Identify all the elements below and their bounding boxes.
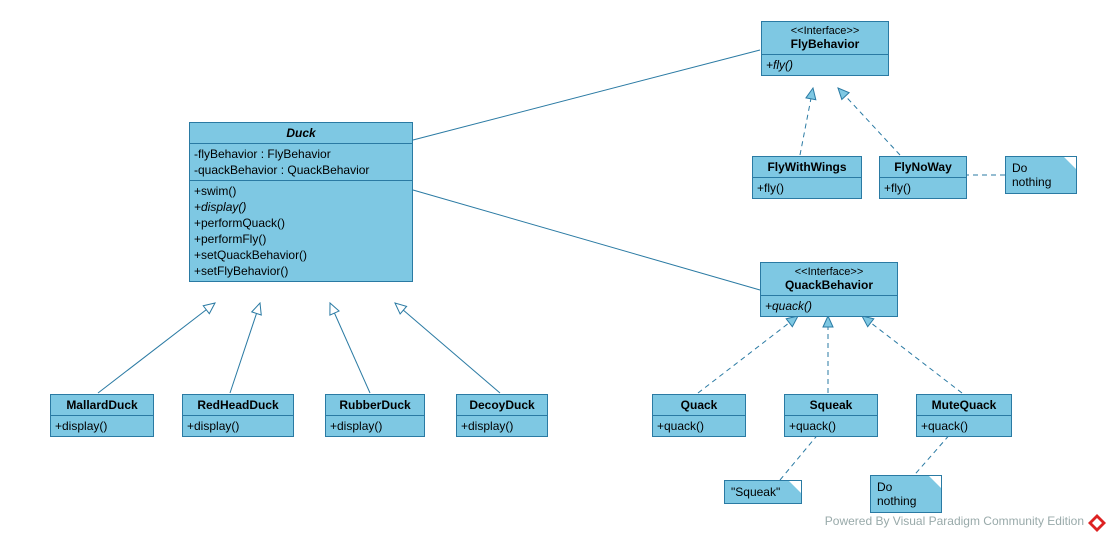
duck-op: +setQuackBehavior()	[194, 247, 408, 263]
mute-quack-class[interactable]: MuteQuack +quack()	[916, 394, 1012, 437]
fly-behavior-head: <<Interface>> FlyBehavior	[762, 22, 888, 55]
do-nothing-quack-note[interactable]: Do nothing	[870, 475, 942, 513]
squeak-class[interactable]: Squeak +quack()	[784, 394, 878, 437]
redhead-duck-class[interactable]: RedHeadDuck +display()	[182, 394, 294, 437]
fly-with-wings-class[interactable]: FlyWithWings +fly()	[752, 156, 862, 199]
mallard-title: MallardDuck	[51, 395, 153, 416]
do-nothing-fly-note[interactable]: Do nothing	[1005, 156, 1077, 194]
note-text: Do nothing	[877, 480, 916, 508]
quack-op: +quack()	[657, 418, 741, 434]
duck-title: Duck	[190, 123, 412, 144]
fly-behavior-title: FlyBehavior	[791, 37, 860, 51]
duck-op: +performFly()	[194, 231, 408, 247]
note-text: "Squeak"	[731, 485, 780, 499]
redhead-op: +display()	[187, 418, 289, 434]
decoy-duck-class[interactable]: DecoyDuck +display()	[456, 394, 548, 437]
duck-attr: -quackBehavior : QuackBehavior	[194, 162, 408, 178]
mute-quack-title: MuteQuack	[917, 395, 1011, 416]
rubber-duck-class[interactable]: RubberDuck +display()	[325, 394, 425, 437]
decoy-op: +display()	[461, 418, 543, 434]
rubber-op: +display()	[330, 418, 420, 434]
watermark: Powered By Visual Paradigm Community Edi…	[825, 514, 1084, 528]
fly-with-wings-op: +fly()	[757, 180, 857, 196]
fly-with-wings-title: FlyWithWings	[753, 157, 861, 178]
duck-op: +display()	[194, 199, 408, 215]
duck-op: +setFlyBehavior()	[194, 263, 408, 279]
visual-paradigm-logo-icon	[1088, 514, 1106, 532]
fly-no-way-op: +fly()	[884, 180, 962, 196]
fly-behavior-stereo: <<Interface>>	[766, 25, 884, 37]
quack-class[interactable]: Quack +quack()	[652, 394, 746, 437]
fly-behavior-interface[interactable]: <<Interface>> FlyBehavior +fly()	[761, 21, 889, 76]
duck-class[interactable]: Duck -flyBehavior : FlyBehavior -quackBe…	[189, 122, 413, 282]
squeak-title: Squeak	[785, 395, 877, 416]
mallard-duck-class[interactable]: MallardDuck +display()	[50, 394, 154, 437]
note-text: Do nothing	[1012, 161, 1051, 189]
decoy-title: DecoyDuck	[457, 395, 547, 416]
note-fold-icon	[1064, 157, 1076, 169]
note-fold-icon	[929, 476, 941, 488]
quack-behavior-head: <<Interface>> QuackBehavior	[761, 263, 897, 296]
quack-behavior-title: QuackBehavior	[785, 278, 873, 292]
fly-no-way-class[interactable]: FlyNoWay +fly()	[879, 156, 967, 199]
mute-quack-op: +quack()	[921, 418, 1007, 434]
connectors	[0, 0, 1112, 536]
fly-behavior-op: +fly()	[766, 57, 884, 73]
rubber-title: RubberDuck	[326, 395, 424, 416]
quack-behavior-op: +quack()	[765, 298, 893, 314]
duck-ops: +swim() +display() +performQuack() +perf…	[190, 181, 412, 281]
fly-no-way-title: FlyNoWay	[880, 157, 966, 178]
squeak-op: +quack()	[789, 418, 873, 434]
redhead-title: RedHeadDuck	[183, 395, 293, 416]
mallard-op: +display()	[55, 418, 149, 434]
note-fold-icon	[789, 481, 801, 493]
squeak-note[interactable]: "Squeak"	[724, 480, 802, 504]
duck-attrs: -flyBehavior : FlyBehavior -quackBehavio…	[190, 144, 412, 181]
duck-op: +performQuack()	[194, 215, 408, 231]
duck-op: +swim()	[194, 183, 408, 199]
quack-behavior-stereo: <<Interface>>	[765, 266, 893, 278]
duck-attr: -flyBehavior : FlyBehavior	[194, 146, 408, 162]
quack-behavior-interface[interactable]: <<Interface>> QuackBehavior +quack()	[760, 262, 898, 317]
quack-title: Quack	[653, 395, 745, 416]
